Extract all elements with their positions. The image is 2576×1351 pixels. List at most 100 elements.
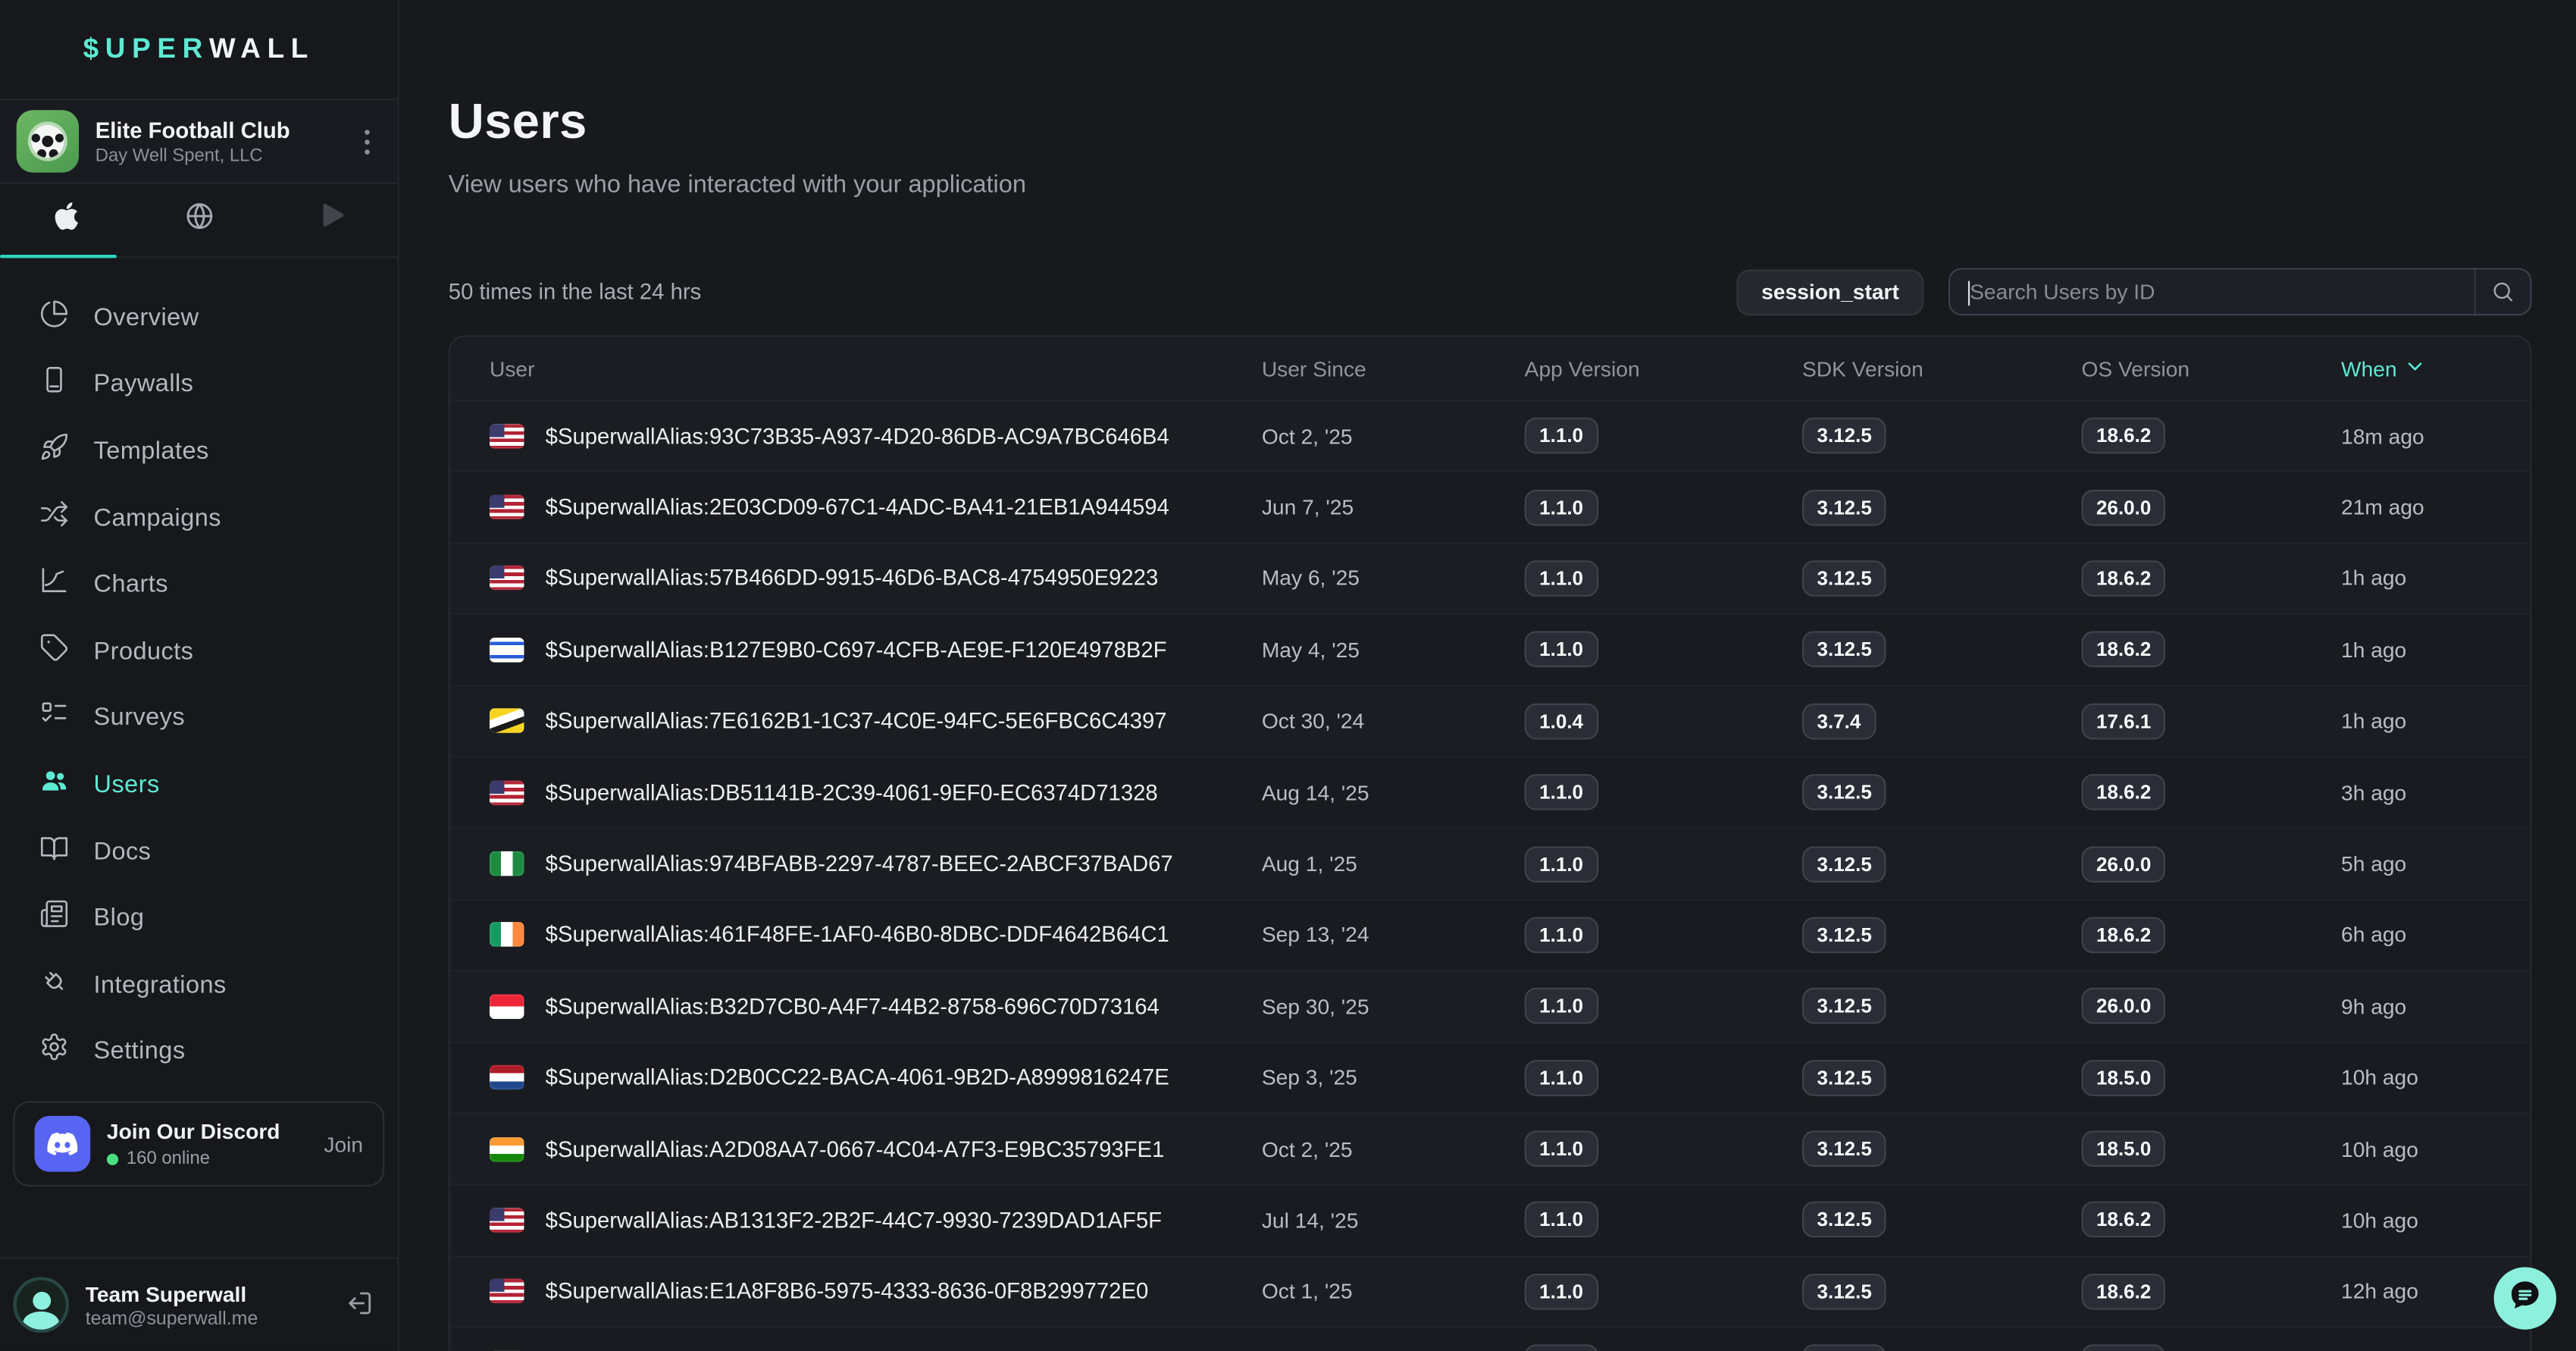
account-footer: Team Superwall team@superwall.me xyxy=(0,1257,398,1351)
table-row[interactable]: $SuperwallAlias:E1A8F8B6-5975-4333-8636-… xyxy=(450,1255,2530,1326)
user-alias: $SuperwallAlias:D2B0CC22-BACA-4061-9B2D-… xyxy=(546,1065,1169,1090)
chat-bubble-button[interactable] xyxy=(2494,1267,2556,1329)
play-icon xyxy=(316,200,347,240)
sidebar-item-overview[interactable]: Overview xyxy=(0,284,398,351)
discord-icon xyxy=(35,1116,91,1172)
toolbar: 50 times in the last 24 hrs session_star… xyxy=(449,268,2532,315)
gear-icon xyxy=(39,1033,69,1070)
when-value: 6h ago xyxy=(2341,923,2490,948)
table-row[interactable]: $SuperwallAlias:B127E9B0-C697-4CFB-AE9E-… xyxy=(450,613,2530,685)
user-alias: $SuperwallAlias:93C73B35-A937-4D20-86DB-… xyxy=(546,424,1169,449)
sidebar-item-products[interactable]: Products xyxy=(0,618,398,685)
user-since: Sep 30, '25 xyxy=(1262,994,1525,1019)
user-since: Jun 7, '25 xyxy=(1262,495,1525,520)
table-row[interactable]: $SuperwallAlias:AB1313F2-2B2F-44C7-9930-… xyxy=(450,1183,2530,1255)
os-version-badge: 26.0.0 xyxy=(2082,845,2166,882)
sign-out-icon[interactable] xyxy=(345,1289,377,1321)
users-table: UserUser SinceApp VersionSDK VersionOS V… xyxy=(449,335,2532,1351)
platform-tab-ios[interactable] xyxy=(0,184,133,256)
country-flag-ng xyxy=(490,851,524,876)
platform-tab-web[interactable] xyxy=(133,184,265,256)
sidebar-item-campaigns[interactable]: Campaigns xyxy=(0,484,398,551)
user-alias: $SuperwallAlias:AB1313F2-2B2F-44C7-9930-… xyxy=(546,1208,1162,1233)
user-since: Oct 2, '25 xyxy=(1262,424,1525,449)
os-version-badge: 18.6.2 xyxy=(2082,774,2166,810)
os-version-badge: 17.6.1 xyxy=(2082,703,2166,739)
split-arrows-icon xyxy=(39,499,69,537)
table-row[interactable]: $SuperwallAlias:D2B0CC22-BACA-4061-9B2D-… xyxy=(450,1041,2530,1112)
phone-icon xyxy=(39,365,69,403)
when-value: 18m ago xyxy=(2341,424,2490,449)
table-row[interactable]: $SuperwallAlias:93C73B35-A937-4D20-86DB-… xyxy=(450,400,2530,471)
sidebar-item-label: Settings xyxy=(94,1038,186,1066)
text-caret xyxy=(1968,281,1970,306)
sidebar-item-surveys[interactable]: Surveys xyxy=(0,685,398,751)
column-header-when[interactable]: When xyxy=(2341,354,2490,382)
sidebar-item-paywalls[interactable]: Paywalls xyxy=(0,351,398,418)
table-row[interactable]: $SuperwallAlias:7E6162B1-1C37-4C0E-94FC-… xyxy=(450,685,2530,756)
table-row[interactable]: $SuperwallAlias:57B466DD-9915-46D6-BAC8-… xyxy=(450,542,2530,613)
sidebar-item-label: Paywalls xyxy=(94,371,194,399)
table-row[interactable]: $SuperwallAlias:2E03CD09-67C1-4ADC-BA41-… xyxy=(450,471,2530,542)
table-row[interactable]: $SuperwallAlias:461F48FE-1AF0-46B0-8DBC-… xyxy=(450,898,2530,970)
column-header-user-since: User Since xyxy=(1262,356,1525,381)
user-since: Jul 14, '25 xyxy=(1262,1208,1525,1233)
sidebar-item-label: Overview xyxy=(94,304,199,332)
table-row[interactable]: $SuperwallAlias:DB51141B-2C39-4061-9EF0-… xyxy=(450,756,2530,827)
country-flag-us xyxy=(490,1208,524,1233)
event-filter-button[interactable]: session_start xyxy=(1737,268,1924,315)
discord-card[interactable]: Join Our Discord 160 online Join xyxy=(13,1102,384,1187)
when-value: 9h ago xyxy=(2341,994,2490,1019)
os-version-badge: 18.6.2 xyxy=(2082,1202,2166,1239)
sidebar-item-label: Blog xyxy=(94,904,145,933)
chat-bubble-icon xyxy=(2507,1276,2543,1321)
sidebar-item-templates[interactable]: Templates xyxy=(0,418,398,484)
discord-join-button[interactable]: Join xyxy=(324,1132,363,1157)
when-value: 12h ago xyxy=(2341,1279,2490,1304)
os-version-badge: 18.5.0 xyxy=(2082,1131,2166,1168)
sidebar-item-settings[interactable]: Settings xyxy=(0,1018,398,1085)
discord-online-count: 160 online xyxy=(127,1149,210,1169)
sidebar-item-integrations[interactable]: Integrations xyxy=(0,951,398,1018)
sdk-version-badge: 3.12.5 xyxy=(1802,632,1886,668)
online-dot xyxy=(107,1153,118,1164)
sdk-version-badge: 3.12.5 xyxy=(1802,774,1886,810)
sidebar-item-docs[interactable]: Docs xyxy=(0,818,398,885)
country-flag-us xyxy=(490,1279,524,1304)
avatar xyxy=(13,1277,69,1333)
table-row[interactable]: $SuperwallAlias:974BFABB-2297-4787-BEEC-… xyxy=(450,827,2530,898)
sidebar-item-users[interactable]: Users xyxy=(0,751,398,818)
sidebar-item-blog[interactable]: Blog xyxy=(0,885,398,951)
app-version-badge: 1.1.0 xyxy=(1525,560,1598,597)
table-row[interactable]: $SuperwallAlias:B32D7CB0-A4F7-44B2-8758-… xyxy=(450,970,2530,1041)
tag-icon xyxy=(39,632,69,670)
sidebar-item-charts[interactable]: Charts xyxy=(0,551,398,618)
sdk-version-badge: 3.12.5 xyxy=(1802,1345,1886,1351)
app-version-badge: 1.1.0 xyxy=(1525,917,1598,953)
platform-tabs xyxy=(0,184,398,259)
country-flag-il xyxy=(490,638,524,663)
app-version-badge: 1.1.0 xyxy=(1525,489,1598,525)
apple-icon xyxy=(51,200,82,240)
platform-tab-android[interactable] xyxy=(265,184,398,256)
sdk-version-badge: 3.7.4 xyxy=(1802,703,1876,739)
country-flag-bn xyxy=(490,709,524,734)
search-icon[interactable] xyxy=(2474,270,2531,315)
app-version-badge: 1.1.0 xyxy=(1525,1060,1598,1096)
sidebar-nav: Overview Paywalls Templates Campaigns Ch… xyxy=(0,258,398,1085)
country-flag-us xyxy=(490,566,524,591)
book-icon xyxy=(39,832,69,870)
column-header-os-version: OS Version xyxy=(2082,356,2342,381)
os-version-badge: 18.6.2 xyxy=(2082,560,2166,597)
user-since: Oct 2, '25 xyxy=(1262,1136,1525,1161)
column-header-sdk-version: SDK Version xyxy=(1802,356,2082,381)
kebab-menu-icon[interactable] xyxy=(352,120,381,162)
soccer-club-icon xyxy=(17,110,79,172)
search-input[interactable] xyxy=(1950,280,2474,305)
os-version-badge: 26.0.0 xyxy=(2082,988,2166,1024)
sdk-version-badge: 3.12.5 xyxy=(1802,988,1886,1024)
table-row[interactable]: $SuperwallAlias:A2D08AA7-0667-4C04-A7F3-… xyxy=(450,1112,2530,1183)
user-since: Oct 1, '25 xyxy=(1262,1279,1525,1304)
table-row[interactable]: $SuperwallAlias:735BEE98-A449-41EB-87A8-… xyxy=(450,1327,2530,1351)
workspace-switcher[interactable]: Elite Football Club Day Well Spent, LLC xyxy=(0,99,398,184)
